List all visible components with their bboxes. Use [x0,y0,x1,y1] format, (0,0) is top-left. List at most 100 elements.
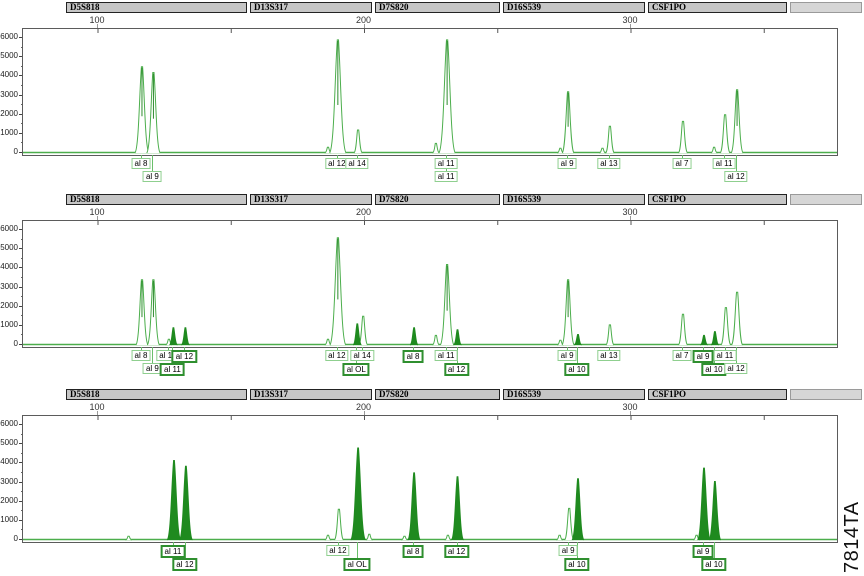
peak-D5S818-al-12[interactable] [181,328,189,345]
peak-D5S818-al-11[interactable] [170,328,178,345]
allele-label[interactable]: al 10 [564,558,589,571]
y-axis-label-6000: 6000 [0,419,18,429]
allele-label[interactable]: al 9 [558,350,577,361]
allele-label[interactable]: al 13 [597,350,620,361]
y-axis-label-0: 0 [0,339,18,349]
plot-area[interactable] [22,28,838,156]
peak-D5S818-al-12[interactable] [180,466,193,540]
y-axis-label-5000: 5000 [0,438,18,448]
peak-D16S539-al-10[interactable] [572,479,584,540]
electropherogram-panel-3: D5S818D13S317D7S820D16S539CSF1PO10020030… [0,389,864,572]
allele-label[interactable]: al 11 [435,350,458,361]
peak-CSF1PO-al-7[interactable] [678,314,687,345]
allele-label[interactable]: al 12 [326,545,349,556]
allele-label[interactable]: al 7 [673,350,692,361]
allele-label[interactable]: al 11 [435,171,458,182]
peak-CSF1PO-al-12[interactable] [732,292,743,345]
locus-header-D7S820[interactable]: D7S820 [375,2,500,13]
peak-D16S539-al-10[interactable] [574,335,581,346]
allele-label[interactable]: al 10 [701,558,726,571]
peak-CSF1PO-al-9[interactable] [700,335,707,345]
peak-D13S317-al-14[interactable] [354,130,362,153]
allele-label[interactable]: al 14 [350,350,373,361]
label-leader-line [152,347,153,363]
peak-D16S539-al-13[interactable] [606,325,614,345]
allele-label[interactable]: al 12 [172,558,197,571]
allele-label[interactable]: al 10 [564,363,589,376]
locus-header-D5S818[interactable]: D5S818 [66,389,247,400]
peak-CSF1PO-al-7[interactable] [678,121,687,153]
trace-canvas [23,221,837,347]
locus-header-D7S820[interactable]: D7S820 [375,389,500,400]
label-leader-line [736,155,737,171]
allele-label[interactable]: al 9 [693,545,714,558]
allele-label[interactable]: al 10 [701,363,726,376]
peak-CSF1PO-al-11[interactable] [721,308,731,345]
allele-label[interactable]: al 12 [325,350,348,361]
allele-label[interactable]: al 11 [435,158,458,169]
allele-label[interactable]: al 9 [693,350,714,363]
trace-canvas [23,29,837,155]
allele-label[interactable]: al OL [344,558,371,571]
allele-label[interactable]: al 12 [724,171,747,182]
allele-label[interactable]: al 11 [713,158,736,169]
allele-label[interactable]: al 7 [673,158,692,169]
locus-header-D16S539[interactable]: D16S539 [503,194,645,205]
peak-D7S820-al-12[interactable] [454,330,462,345]
allele-label[interactable]: al 14 [345,158,368,169]
allele-label[interactable]: al 11 [713,350,736,361]
peak-D13S317-al-12[interactable] [334,509,343,540]
label-leader-line [152,155,153,171]
locus-header-D13S317[interactable]: D13S317 [250,2,372,13]
locus-header-D13S317[interactable]: D13S317 [250,389,372,400]
allele-label[interactable]: al 11 [161,545,186,558]
y-axis-label-1000: 1000 [0,320,18,330]
sample-id-label: 7814TA [841,501,864,573]
y-axis-label-3000: 3000 [0,477,18,487]
locus-header-D16S539[interactable]: D16S539 [503,389,645,400]
y-axis-label-3000: 3000 [0,282,18,292]
peak-D13S317-al-OL[interactable] [353,324,361,345]
allele-label[interactable]: al 8 [132,350,151,361]
peak-D16S539-al-13[interactable] [606,126,615,153]
allele-label[interactable]: al 12 [724,363,747,374]
peak-CSF1PO-al-10[interactable] [709,482,721,541]
locus-header-CSF1PO[interactable]: CSF1PO [648,389,787,400]
minor-peak [433,335,440,345]
electropherogram-panel-1: D5S818D13S317D7S820D16S539CSF1PO10020030… [0,2,864,185]
allele-label[interactable]: al 8 [403,350,424,363]
allele-label[interactable]: al 13 [597,158,620,169]
locus-header-filler [790,2,862,13]
allele-label[interactable]: al 8 [132,158,151,169]
allele-label[interactable]: al 12 [444,363,469,376]
peak-D7S820-al-8[interactable] [410,328,418,345]
allele-label[interactable]: al 8 [403,545,424,558]
plot-area[interactable] [22,415,838,543]
peak-CSF1PO-al-9[interactable] [698,468,711,540]
allele-label[interactable]: al 12 [444,545,469,558]
peak-D13S317-al-OL[interactable] [351,448,366,540]
peak-D16S539-al-9[interactable] [565,508,574,540]
allele-label[interactable]: al 12 [172,350,197,363]
allele-label[interactable]: al OL [343,363,370,376]
locus-header-CSF1PO[interactable]: CSF1PO [648,2,787,13]
minor-peak [325,535,331,540]
peak-D7S820-al-12[interactable] [452,477,464,540]
locus-header-D13S317[interactable]: D13S317 [250,194,372,205]
locus-header-D5S818[interactable]: D5S818 [66,2,247,13]
allele-label[interactable]: al 9 [143,171,162,182]
locus-header-D5S818[interactable]: D5S818 [66,194,247,205]
allele-label[interactable]: al 11 [160,363,185,376]
allele-label[interactable]: al 9 [559,545,578,556]
locus-header-D16S539[interactable]: D16S539 [503,2,645,13]
locus-header-D7S820[interactable]: D7S820 [375,194,500,205]
plot-area[interactable] [22,220,838,348]
peak-CSF1PO-al-10[interactable] [711,332,719,345]
y-axis-label-1000: 1000 [0,128,18,138]
y-axis-label-2000: 2000 [0,301,18,311]
locus-header-CSF1PO[interactable]: CSF1PO [648,194,787,205]
allele-label[interactable]: al 9 [558,158,577,169]
peak-D7S820-al-8[interactable] [408,473,420,540]
peak-CSF1PO-al-11[interactable] [720,115,730,153]
peak-D5S818-al-11[interactable] [167,461,181,541]
